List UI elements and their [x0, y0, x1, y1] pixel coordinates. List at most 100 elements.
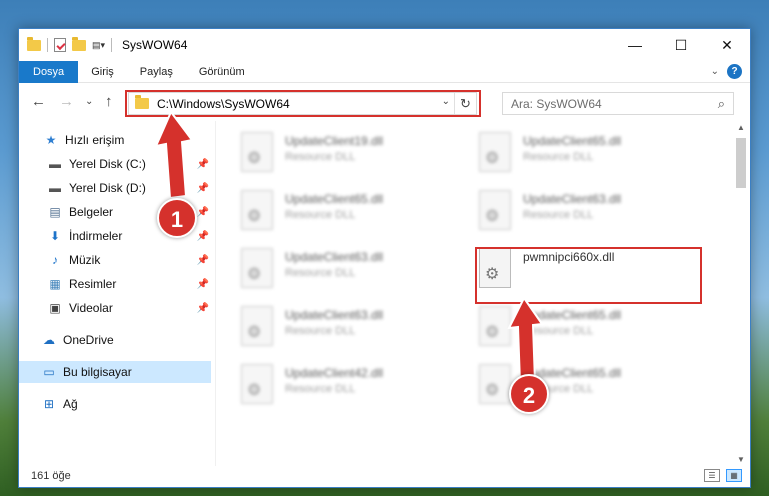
file-type: Resource DLL: [285, 209, 356, 221]
pin-icon[interactable]: 📌: [197, 279, 209, 290]
back-button[interactable]: ←: [31, 93, 46, 110]
minimize-button[interactable]: —: [612, 29, 658, 61]
documents-icon: ▤: [49, 205, 61, 219]
sidebar-item-label: Resimler: [69, 277, 117, 291]
folder-icon[interactable]: [27, 36, 41, 51]
gear-icon: ⚙: [247, 382, 262, 399]
sidebar-item-label: Ağ: [63, 397, 78, 411]
file-name: UpdateClient63.dll: [285, 250, 384, 264]
title-bar: ▤▾ SysWOW64 — ☐ ✕: [19, 29, 750, 61]
gear-icon: ⚙: [247, 208, 262, 225]
scroll-thumb[interactable]: [736, 138, 746, 188]
file-item[interactable]: ⚙ UpdateClient63.dll Resource DLL: [241, 245, 461, 295]
file-item[interactable]: ⚙ UpdateClient65.dll Resource DLL: [479, 129, 699, 179]
dll-file-icon: ⚙: [241, 132, 273, 172]
search-input[interactable]: Ara: SysWOW64 ⌕: [502, 92, 734, 115]
dll-file-icon: ⚙: [241, 190, 273, 230]
star-icon: ★: [45, 133, 57, 147]
help-icon[interactable]: ?: [727, 64, 742, 79]
divider: [111, 38, 113, 52]
tab-file[interactable]: Dosya: [19, 60, 79, 83]
close-button[interactable]: ✕: [704, 29, 750, 61]
sidebar-item[interactable]: ★ Hızlı erişim: [19, 129, 211, 151]
file-type: Resource DLL: [523, 209, 594, 221]
tab-share[interactable]: Paylaş: [127, 61, 186, 83]
gear-icon: ⚙: [485, 208, 500, 225]
scroll-down-icon[interactable]: ▼: [734, 455, 748, 464]
expand-ribbon-icon[interactable]: ⌄: [711, 66, 719, 77]
sidebar-item[interactable]: ▭ Bu bilgisayar: [19, 361, 211, 383]
sidebar-item-label: İndirmeler: [69, 229, 123, 243]
search-icon[interactable]: ⌕: [718, 96, 725, 112]
sidebar-item-label: Hızlı erişim: [65, 133, 125, 147]
up-button[interactable]: ↑: [105, 93, 113, 110]
file-name: UpdateClient65.dll: [523, 308, 622, 322]
quick-access-toolbar: ▤▾: [19, 36, 105, 52]
file-info: UpdateClient65.dll Resource DLL: [285, 192, 383, 237]
sidebar-item[interactable]: ▬ Yerel Disk (C:) 📌: [19, 153, 211, 175]
file-highlight-box: [475, 247, 702, 304]
file-name: UpdateClient63.dll: [523, 192, 622, 206]
music-icon: ♪: [52, 253, 58, 267]
sidebar-item-label: Yerel Disk (D:): [69, 181, 146, 195]
file-type: Resource DLL: [523, 151, 594, 163]
sidebar-item[interactable]: ☁ OneDrive: [19, 329, 211, 351]
file-info: UpdateClient42.dll Resource DLL: [285, 366, 383, 411]
pin-icon[interactable]: 📌: [197, 231, 209, 242]
dll-file-icon: ⚙: [479, 306, 511, 346]
forward-button[interactable]: →: [59, 93, 74, 110]
navigation-pane: ★ Hızlı erişim ▬ Yerel Disk (C:) 📌 ▬ Yerel Dis…: [19, 121, 215, 466]
scroll-up-icon[interactable]: ▲: [734, 123, 748, 132]
pin-icon[interactable]: 📌: [197, 183, 209, 194]
file-name: UpdateClient19.dll: [285, 134, 384, 148]
sidebar-item[interactable]: ▣ Videolar 📌: [19, 297, 211, 319]
sidebar-item-label: Belgeler: [69, 205, 114, 219]
sidebar-item[interactable]: ♪ Müzik 📌: [19, 249, 211, 271]
file-item[interactable]: ⚙ UpdateClient63.dll Resource DLL: [241, 303, 461, 353]
gear-icon: ⚙: [247, 266, 262, 283]
file-name: UpdateClient65.dll: [285, 192, 384, 206]
dll-file-icon: ⚙: [479, 190, 511, 230]
videos-icon: ▣: [49, 301, 61, 315]
computer-icon: ▭: [43, 365, 55, 379]
file-item[interactable]: ⚙ UpdateClient65.dll Resource DLL: [479, 303, 699, 353]
maximize-button[interactable]: ☐: [658, 29, 704, 61]
sidebar-item[interactable]: ⊞ Ağ: [19, 393, 211, 415]
pin-icon[interactable]: 📌: [197, 303, 209, 314]
file-item[interactable]: ⚙ UpdateClient65.dll Resource DLL: [241, 187, 461, 237]
dll-file-icon: ⚙: [241, 306, 273, 346]
window-controls: — ☐ ✕: [612, 29, 750, 61]
pin-icon[interactable]: 📌: [197, 255, 209, 266]
status-bar: 161 öğe ☰ ▦: [19, 465, 750, 487]
large-icons-view-icon[interactable]: ▦: [726, 469, 742, 482]
file-item[interactable]: ⚙ UpdateClient42.dll Resource DLL: [241, 361, 461, 411]
file-name: UpdateClient63.dll: [285, 308, 384, 322]
file-item[interactable]: ⚙ UpdateClient63.dll Resource DLL: [479, 187, 699, 237]
address-highlight-box: [125, 90, 481, 117]
network-icon: ⊞: [43, 397, 55, 411]
file-type: Resource DLL: [523, 325, 594, 337]
sidebar-item[interactable]: ▦ Resimler 📌: [19, 273, 211, 295]
details-view-icon[interactable]: ☰: [704, 469, 720, 482]
onedrive-icon: ☁: [43, 333, 55, 347]
properties-icon[interactable]: [54, 38, 66, 52]
file-type: Resource DLL: [285, 383, 356, 395]
new-folder-icon[interactable]: [72, 36, 86, 51]
pin-icon[interactable]: 📌: [197, 159, 209, 170]
ribbon-tabs: Dosya Giriş Paylaş Görünüm ⌄ ?: [19, 60, 750, 83]
drive-icon: ▬: [49, 181, 61, 195]
dll-file-icon: ⚙: [479, 132, 511, 172]
sidebar-item-label: Videolar: [69, 301, 113, 315]
drive-icon: ▬: [49, 157, 61, 171]
pin-icon[interactable]: 📌: [197, 207, 209, 218]
sidebar-item[interactable]: ▬ Yerel Disk (D:) 📌: [19, 177, 211, 199]
recent-locations-button[interactable]: ⌄: [85, 96, 93, 107]
vertical-scrollbar[interactable]: ▲ ▼: [734, 121, 748, 466]
item-count: 161 öğe: [31, 470, 71, 482]
file-item[interactable]: ⚙ UpdateClient19.dll Resource DLL: [241, 129, 461, 179]
tab-home[interactable]: Giriş: [78, 61, 127, 83]
file-type: Resource DLL: [285, 267, 356, 279]
customize-toolbar-icon[interactable]: ▤▾: [92, 40, 105, 51]
dll-file-icon: ⚙: [241, 248, 273, 288]
tab-view[interactable]: Görünüm: [186, 61, 258, 83]
